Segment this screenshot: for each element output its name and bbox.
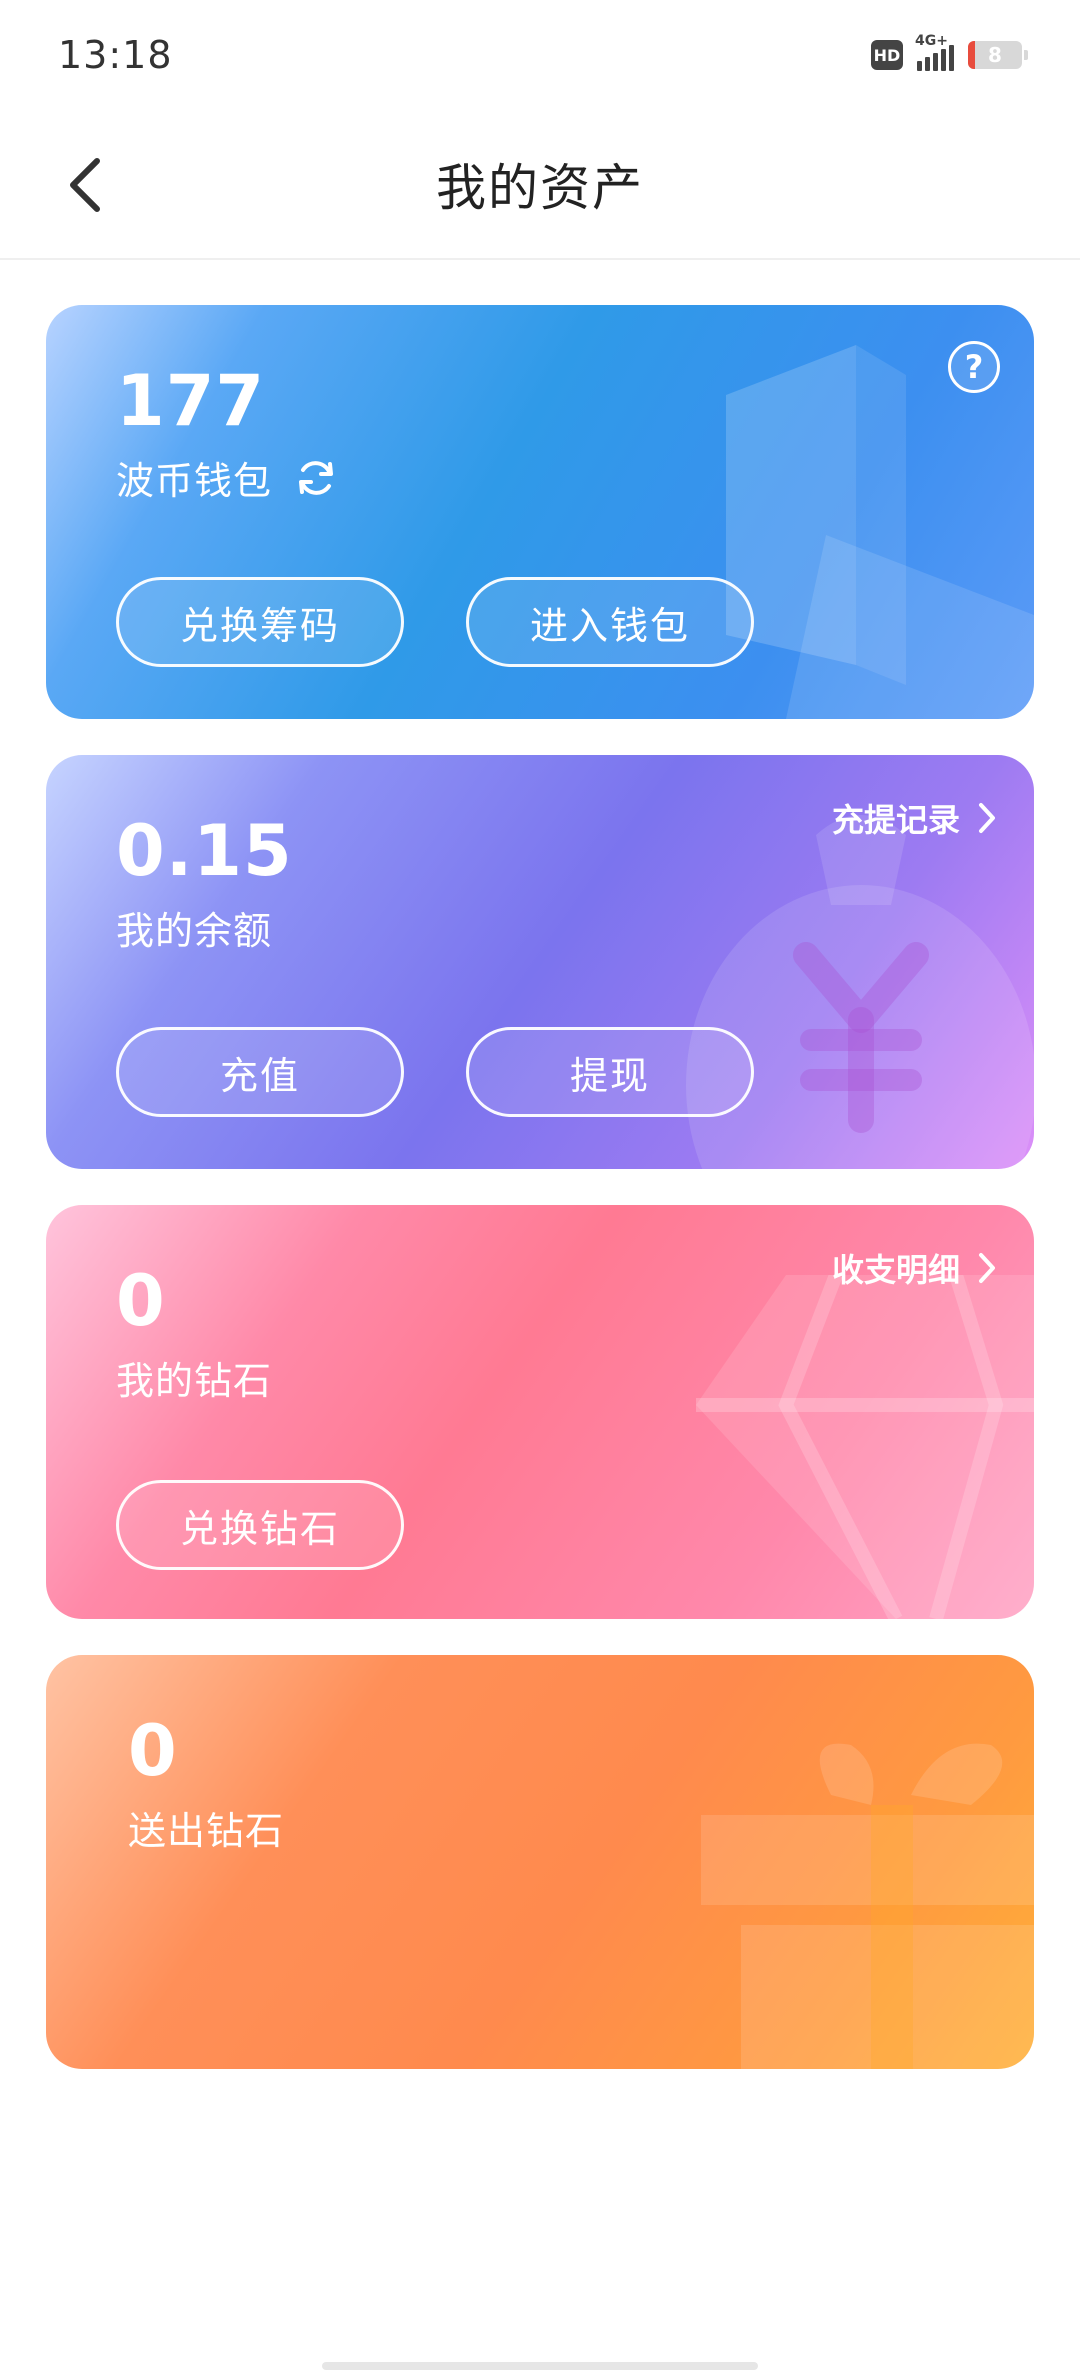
help-icon[interactable]: ?	[948, 341, 1000, 393]
exchange-chips-button[interactable]: 兑换筹码	[116, 577, 404, 667]
balance-card: 0.15 我的余额 充提记录 充值 提现	[46, 755, 1034, 1169]
enter-wallet-button[interactable]: 进入钱包	[466, 577, 754, 667]
wallet-label: 波币钱包	[116, 459, 273, 503]
chevron-right-icon	[976, 800, 998, 836]
balance-label-text: 我的余额	[116, 909, 273, 953]
balance-label: 我的余额	[116, 900, 272, 955]
back-button[interactable]	[50, 150, 120, 220]
status-icons: HD 4G+ 8	[871, 33, 1028, 71]
home-indicator	[322, 2362, 758, 2370]
withdraw-button[interactable]: 提现	[466, 1027, 754, 1117]
sent-diamond-label: 送出钻石	[128, 1800, 284, 1855]
gift-icon	[701, 1743, 1034, 2069]
balance-amount: 0.15	[116, 810, 293, 892]
money-bag-icon	[686, 815, 1034, 1169]
network-type: 4G+	[915, 33, 948, 49]
battery-icon: 8	[968, 41, 1028, 69]
refresh-icon[interactable]	[294, 456, 338, 500]
exchange-diamond-button[interactable]: 兑换钻石	[116, 1480, 404, 1570]
nav-bar: 我的资产	[0, 110, 1080, 260]
recharge-history-label: 充提记录	[831, 801, 960, 839]
diamond-label: 我的钻石	[116, 1350, 272, 1405]
sent-diamond-amount: 0	[128, 1710, 178, 1792]
signal-icon: 4G+	[915, 33, 954, 71]
income-expense-label: 收支明细	[831, 1251, 960, 1289]
chevron-left-icon	[70, 158, 100, 212]
diamond-amount: 0	[116, 1260, 166, 1342]
sent-diamond-label-text: 送出钻石	[128, 1809, 285, 1853]
diamond-icon	[696, 1275, 1034, 1619]
diamond-label-text: 我的钻石	[116, 1359, 273, 1403]
wallet-card: 177 波币钱包 ? 兑换筹码 进入钱包	[46, 305, 1034, 719]
sent-diamond-card: 0 送出钻石	[46, 1655, 1034, 2069]
status-time: 13:18	[58, 33, 173, 77]
income-expense-detail-link[interactable]: 收支明细	[832, 1245, 998, 1291]
status-bar: 13:18 HD 4G+ 8	[0, 0, 1080, 110]
wallet-amount: 177	[116, 360, 266, 442]
page-title: 我的资产	[436, 159, 644, 217]
wallet-decoration-icon	[726, 345, 1034, 719]
recharge-withdraw-history-link[interactable]: 充提记录	[832, 795, 998, 841]
hd-icon: HD	[871, 40, 903, 70]
diamond-card: 0 我的钻石 收支明细 兑换钻石	[46, 1205, 1034, 1619]
wallet-label-row: 波币钱包	[116, 450, 338, 505]
recharge-button[interactable]: 充值	[116, 1027, 404, 1117]
chevron-right-icon	[976, 1250, 998, 1286]
